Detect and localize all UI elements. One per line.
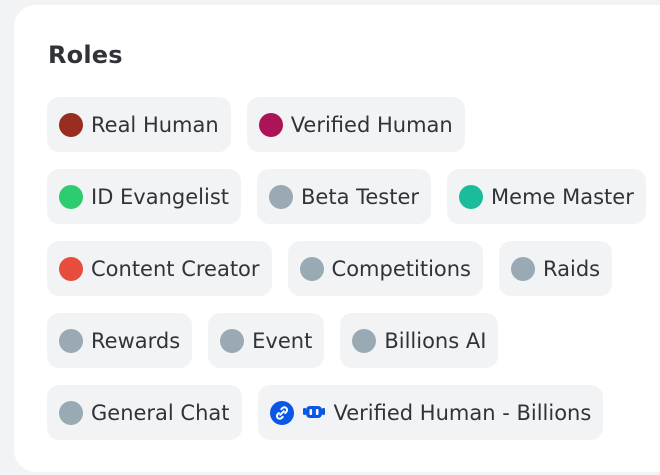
role-label: Verified Human bbox=[290, 112, 453, 137]
roles-title: Roles bbox=[48, 41, 123, 69]
role-color-dot bbox=[220, 328, 245, 353]
roles-row: Content Creator Competitions Raids bbox=[47, 241, 660, 296]
link-badge-icon bbox=[269, 400, 294, 425]
roles-row: Rewards Event Billions AI bbox=[47, 313, 660, 368]
role-label: ID Evangelist bbox=[91, 184, 230, 209]
role-label: Competitions bbox=[331, 256, 471, 281]
robot-badge-icon bbox=[302, 401, 326, 425]
role-chip-real-human[interactable]: Real Human bbox=[47, 97, 231, 152]
role-color-dot bbox=[511, 256, 535, 281]
roles-list: Real Human Verified Human ID Evangelist … bbox=[47, 97, 660, 457]
role-chip-competitions[interactable]: Competitions bbox=[287, 241, 483, 296]
role-label: Real Human bbox=[91, 112, 219, 137]
role-label: General Chat bbox=[91, 400, 230, 425]
roles-row: ID Evangelist Beta Tester Meme Master bbox=[47, 169, 660, 224]
role-chip-event[interactable]: Event bbox=[208, 313, 325, 368]
role-chip-verified-human-billions[interactable]: Verified Human - Billions bbox=[257, 385, 604, 440]
role-color-dot bbox=[59, 328, 83, 353]
role-chip-rewards[interactable]: Rewards bbox=[47, 313, 193, 368]
role-label: Beta Tester bbox=[301, 184, 420, 209]
role-label: Billions AI bbox=[384, 328, 487, 353]
role-chip-beta-tester[interactable]: Beta Tester bbox=[257, 169, 432, 224]
role-color-dot bbox=[299, 256, 324, 281]
roles-row: General Chat Verified Human - Billions bbox=[47, 385, 660, 440]
role-chip-meme-master[interactable]: Meme Master bbox=[447, 169, 646, 224]
role-chip-content-creator[interactable]: Content Creator bbox=[47, 241, 272, 296]
role-color-dot bbox=[59, 400, 83, 425]
role-chip-raids[interactable]: Raids bbox=[499, 241, 613, 296]
role-color-dot bbox=[59, 256, 83, 281]
role-color-dot bbox=[59, 184, 83, 209]
role-color-dot bbox=[269, 184, 294, 209]
role-color-dot bbox=[59, 112, 83, 137]
role-label: Event bbox=[252, 328, 313, 353]
role-chip-verified-human[interactable]: Verified Human bbox=[246, 97, 465, 152]
role-color-dot bbox=[459, 184, 484, 209]
role-label: Content Creator bbox=[91, 256, 260, 281]
role-chip-general-chat[interactable]: General Chat bbox=[47, 385, 242, 440]
role-chip-id-evangelist[interactable]: ID Evangelist bbox=[47, 169, 242, 224]
role-label: Rewards bbox=[91, 328, 181, 353]
role-label: Verified Human - Billions bbox=[333, 400, 592, 425]
roles-card: Roles Real Human Verified Human ID Evang… bbox=[14, 5, 660, 472]
role-color-dot bbox=[258, 112, 283, 137]
role-chip-billions-ai[interactable]: Billions AI bbox=[340, 313, 499, 368]
role-color-dot bbox=[352, 328, 377, 353]
role-label: Meme Master bbox=[491, 184, 634, 209]
roles-row: Real Human Verified Human bbox=[47, 97, 660, 152]
role-label: Raids bbox=[543, 256, 601, 281]
